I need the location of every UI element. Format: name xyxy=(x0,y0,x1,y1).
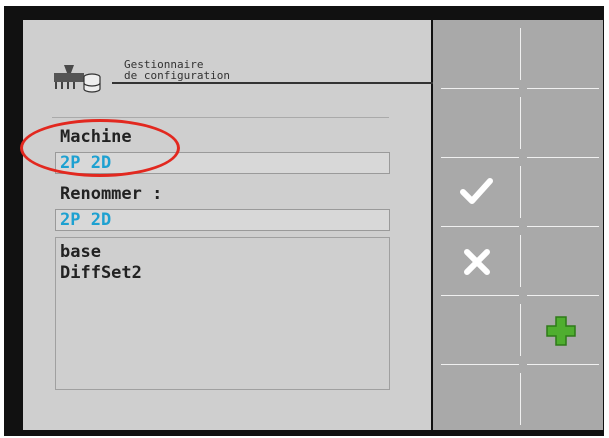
confirm-icon xyxy=(460,178,493,204)
softkey-divider xyxy=(441,226,519,227)
add-icon xyxy=(546,316,576,346)
header-separator xyxy=(52,117,389,118)
header-title: Gestionnaire de configuration xyxy=(124,58,230,82)
softkey-6[interactable] xyxy=(434,366,520,428)
softkey-7[interactable] xyxy=(520,21,602,83)
confirm-button[interactable] xyxy=(434,159,520,221)
cancel-icon xyxy=(464,249,490,275)
softkey-divider xyxy=(527,364,599,365)
softkey-divider xyxy=(527,226,599,227)
softkey-10[interactable] xyxy=(520,228,602,290)
softkey-divider xyxy=(527,88,599,89)
softkey-divider xyxy=(441,295,519,296)
softkey-divider xyxy=(441,157,519,158)
softkey-9[interactable] xyxy=(520,159,602,221)
softkey-8[interactable] xyxy=(520,90,602,152)
list-item[interactable]: DiffSet2 xyxy=(60,263,142,283)
rename-value: 2P 2D xyxy=(60,210,112,230)
softkey-5[interactable] xyxy=(434,297,520,359)
page-header: Gestionnaire de configuration xyxy=(52,55,444,93)
header-underline xyxy=(112,82,444,84)
rename-label: Renommer : xyxy=(60,184,163,204)
cancel-button[interactable] xyxy=(434,228,520,290)
configuration-list[interactable]: base DiffSet2 xyxy=(55,237,390,390)
highlight-circle xyxy=(20,119,180,177)
seeder-database-icon xyxy=(54,65,101,93)
softkey-2[interactable] xyxy=(434,90,520,152)
list-item[interactable]: base xyxy=(60,242,101,262)
softkey-divider xyxy=(441,364,519,365)
add-button[interactable] xyxy=(520,297,602,359)
softkey-1[interactable] xyxy=(434,21,520,83)
softkey-divider xyxy=(527,157,599,158)
rename-field[interactable]: 2P 2D xyxy=(55,209,390,231)
softkey-divider xyxy=(527,295,599,296)
softkey-12[interactable] xyxy=(520,366,602,428)
softkey-divider xyxy=(441,88,519,89)
